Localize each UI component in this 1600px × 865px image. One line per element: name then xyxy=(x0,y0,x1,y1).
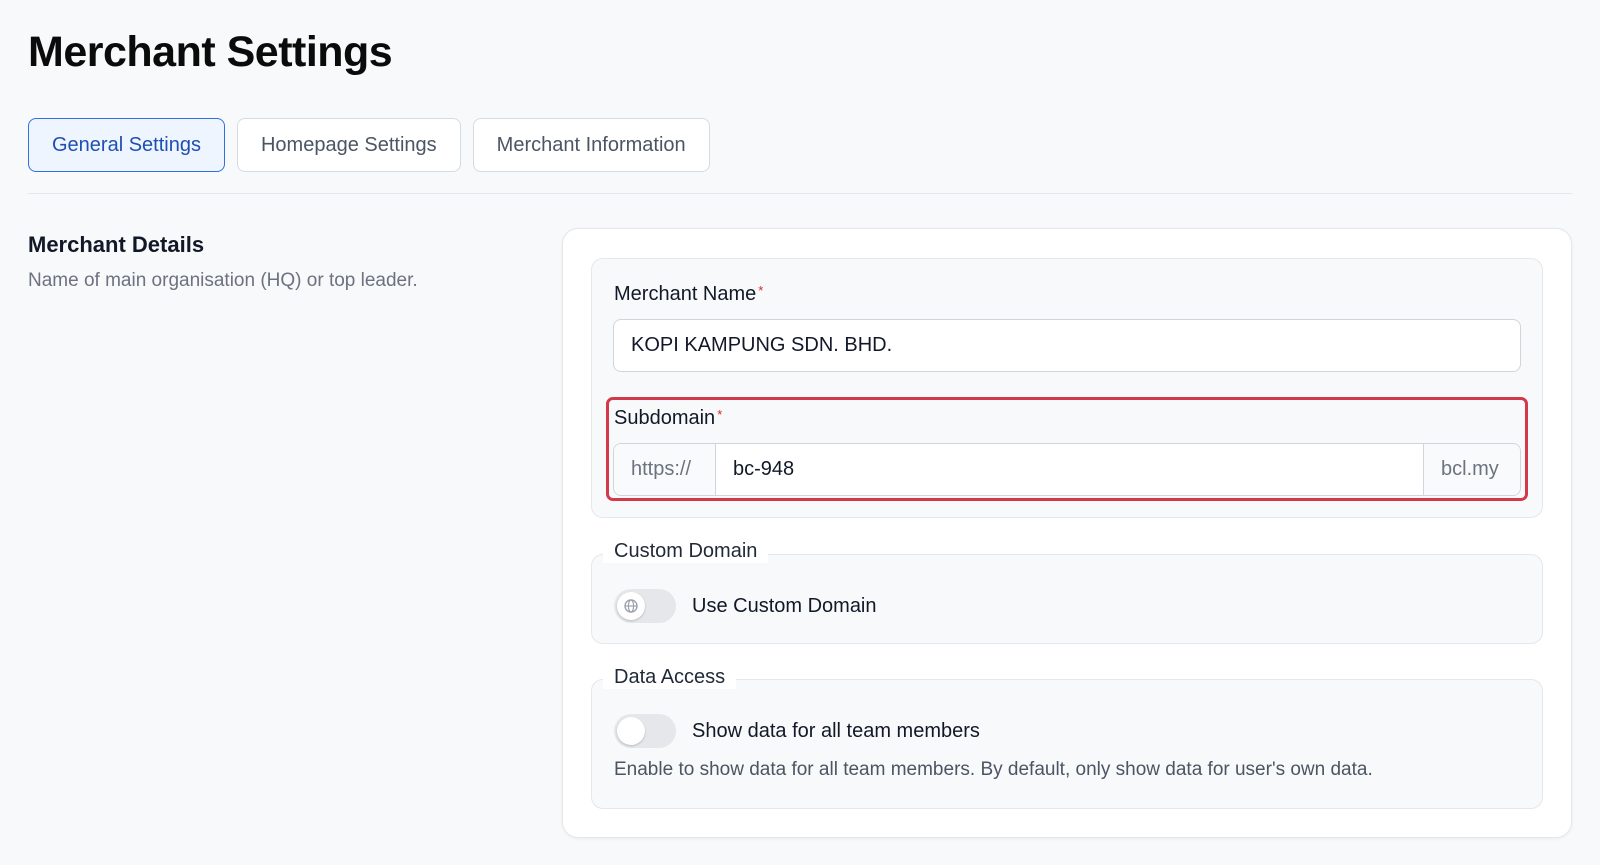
data-access-fieldset xyxy=(591,679,1543,809)
merchant-name-label: Merchant Name * xyxy=(614,283,764,305)
tab-merchant-information[interactable]: Merchant Information xyxy=(472,118,710,172)
tabs-divider xyxy=(28,193,1572,194)
subdomain-input[interactable] xyxy=(716,444,1423,495)
required-asterisk: * xyxy=(717,407,723,422)
custom-domain-legend: Custom Domain xyxy=(603,540,769,563)
merchant-settings-page: Merchant Settings General Settings Homep… xyxy=(0,0,1600,865)
custom-domain-toggle[interactable] xyxy=(614,589,676,623)
globe-icon xyxy=(624,599,638,613)
subdomain-input-group: https:// bcl.my xyxy=(613,443,1521,496)
team-data-toggle[interactable] xyxy=(614,714,676,748)
section-heading: Merchant Details xyxy=(28,232,205,257)
toggle-knob xyxy=(617,717,645,745)
required-asterisk: * xyxy=(758,283,764,298)
page-title: Merchant Settings xyxy=(28,28,393,76)
subdomain-label: Subdomain * xyxy=(614,407,723,429)
data-access-help-text: Enable to show data for all team members… xyxy=(614,759,1373,780)
tab-general-settings[interactable]: General Settings xyxy=(28,118,225,172)
toggle-knob xyxy=(617,592,645,620)
team-data-toggle-label: Show data for all team members xyxy=(692,720,980,742)
subdomain-prefix: https:// xyxy=(614,444,716,495)
section-description: Name of main organisation (HQ) or top le… xyxy=(28,270,418,291)
merchant-name-input[interactable] xyxy=(613,319,1521,372)
tab-homepage-settings[interactable]: Homepage Settings xyxy=(236,118,461,172)
settings-tabs: General Settings Homepage Settings Merch… xyxy=(28,118,710,172)
data-access-legend: Data Access xyxy=(603,666,737,689)
custom-domain-toggle-label: Use Custom Domain xyxy=(692,595,877,617)
subdomain-suffix: bcl.my xyxy=(1423,444,1520,495)
